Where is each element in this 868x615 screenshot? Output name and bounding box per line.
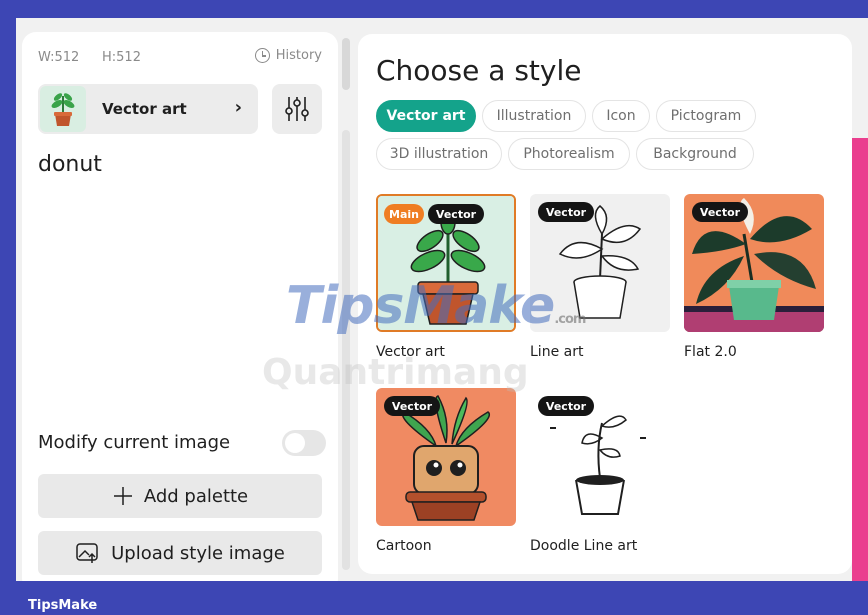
plus-icon	[113, 487, 132, 505]
chip-vector-art[interactable]: Vector art	[376, 100, 476, 132]
style-card-cartoon[interactable]: Vector	[376, 388, 516, 526]
style-card-flat-2[interactable]: Vector	[684, 194, 824, 332]
card-label-flat-2: Flat 2.0	[684, 344, 737, 360]
watermark-suffix: .com	[554, 312, 586, 327]
card-label-cartoon: Cartoon	[376, 538, 432, 554]
upload-style-image-button[interactable]: Upload style image	[38, 531, 322, 575]
vector-badge: Vector	[428, 204, 484, 224]
main-badge: Main	[384, 204, 424, 224]
scroll-segment-top	[342, 38, 350, 90]
history-button[interactable]: History	[254, 48, 322, 63]
tipsmake-watermark: TipsMake.com	[286, 276, 586, 336]
image-upload-icon	[76, 543, 98, 563]
vector-badge: Vector	[384, 396, 440, 416]
settings-button[interactable]	[272, 84, 322, 134]
modify-toggle[interactable]	[282, 430, 326, 456]
history-label: History	[275, 48, 322, 63]
chip-background[interactable]: Background	[636, 138, 754, 170]
add-palette-label: Add palette	[143, 485, 249, 507]
card-label-line-art: Line art	[530, 344, 584, 360]
clock-icon	[254, 48, 270, 63]
chip-pictogram[interactable]: Pictogram	[656, 100, 756, 132]
panel-title: Choose a style	[376, 54, 582, 87]
footer-brand: TipsMake	[28, 598, 98, 613]
style-card-doodle-line-art[interactable]: Vector	[530, 388, 670, 526]
style-selector[interactable]: Vector art ›	[38, 84, 258, 134]
chip-illustration[interactable]: Illustration	[482, 100, 586, 132]
selected-style-label: Vector art	[102, 100, 187, 118]
modify-label: Modify current image	[38, 432, 231, 453]
vector-badge: Vector	[692, 202, 748, 222]
top-border	[0, 0, 868, 18]
height-label: H:512	[102, 50, 141, 65]
card-label-doodle-line-art: Doodle Line art	[530, 538, 638, 554]
image-size-row: W:512 H:512 History	[38, 48, 322, 68]
watermark-text: TipsMake	[286, 276, 555, 336]
sliders-icon	[285, 97, 309, 121]
vector-badge: Vector	[538, 396, 594, 416]
chip-3d-illustration[interactable]: 3D illustration	[376, 138, 502, 170]
vector-badge: Vector	[538, 202, 594, 222]
width-label: W:512	[38, 50, 80, 65]
chevron-right-icon: ›	[234, 97, 242, 118]
background-artwork-edge	[852, 138, 868, 581]
chip-photorealism[interactable]: Photorealism	[508, 138, 630, 170]
style-thumbnail	[40, 86, 86, 132]
prompt-text[interactable]: donut	[38, 152, 102, 177]
upload-style-label: Upload style image	[111, 542, 285, 564]
chip-icon[interactable]: Icon	[592, 100, 650, 132]
footer-bar: TipsMake	[0, 581, 868, 615]
add-palette-button[interactable]: Add palette	[38, 474, 322, 518]
scroll-segment-bottom	[342, 130, 350, 570]
screenshot-frame: W:512 H:512 History Vector art › donut M…	[0, 0, 868, 615]
quantrimang-watermark: Quantrimang	[262, 352, 529, 393]
